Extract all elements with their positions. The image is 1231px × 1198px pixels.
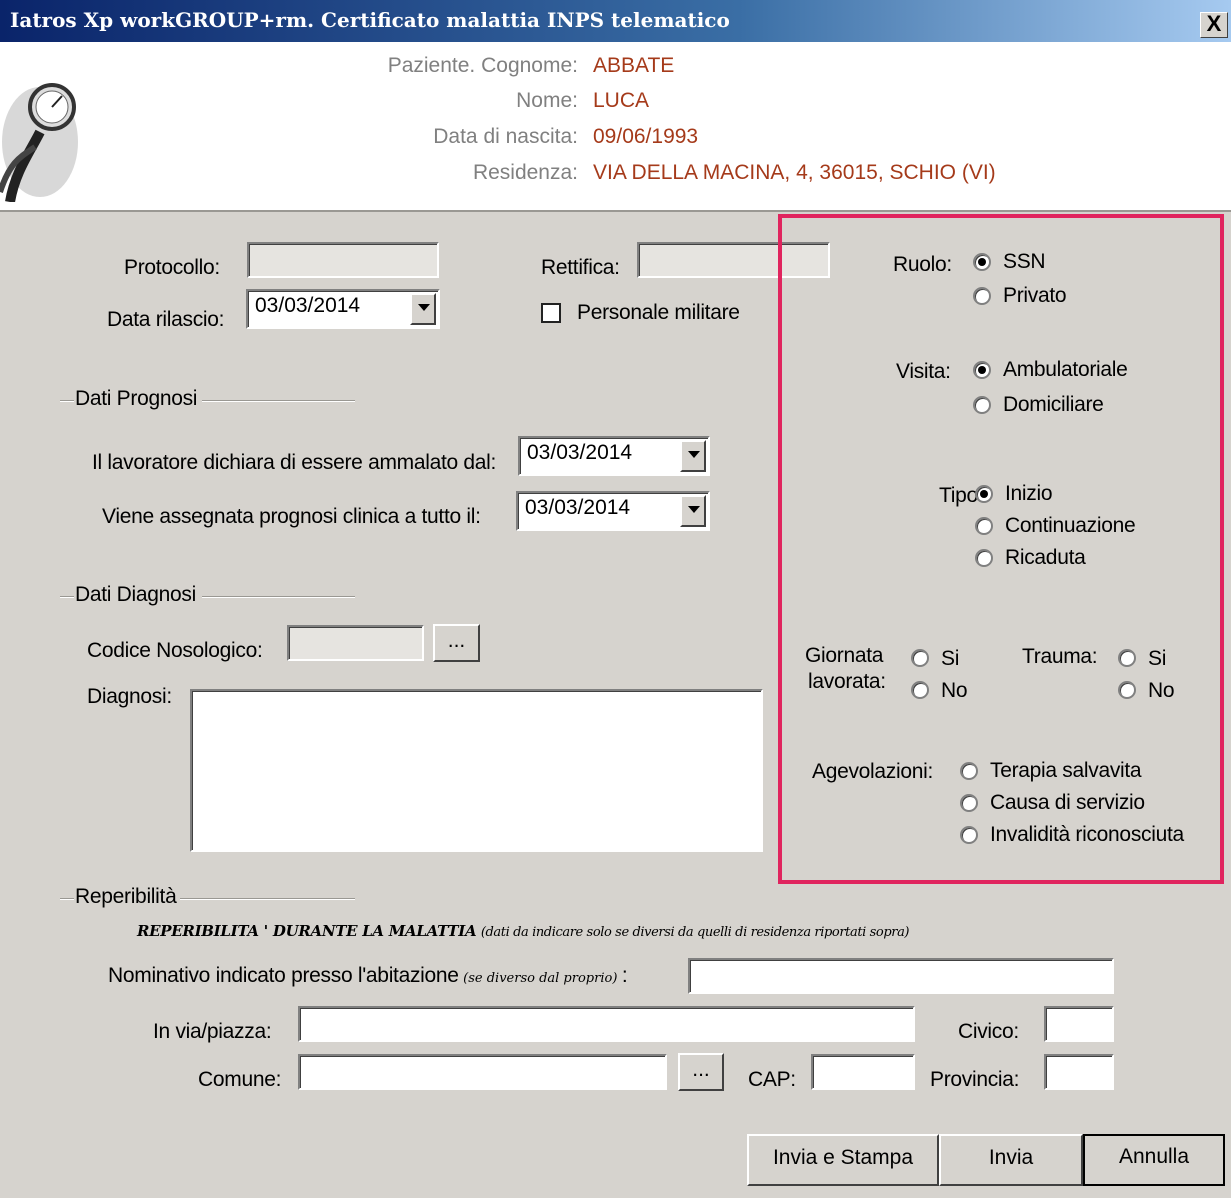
cap-input[interactable] — [811, 1054, 915, 1090]
civico-label: Civico: — [958, 1020, 1019, 1043]
giornata-no-radio[interactable] — [911, 681, 929, 699]
divider — [60, 596, 74, 598]
tipo-continuazione-label: Continuazione — [1005, 514, 1136, 537]
annulla-button[interactable]: Annulla — [1083, 1134, 1225, 1186]
nascita-value: 09/06/1993 — [593, 125, 699, 148]
divider — [60, 400, 74, 402]
prognosi-group-label: Dati Prognosi — [75, 387, 198, 410]
comune-label: Comune: — [198, 1068, 282, 1091]
agevolazione-servizio-label: Causa di servizio — [990, 791, 1145, 814]
residenza-value: VIA DELLA MACINA, 4, 36015, SCHIO (VI) — [593, 161, 996, 184]
tipo-continuazione-radio[interactable] — [975, 517, 993, 535]
divider — [202, 596, 355, 598]
agevolazioni-label: Agevolazioni: — [812, 760, 934, 783]
ruolo-ssn-label: SSN — [1003, 250, 1046, 273]
nominativo-colon: : — [621, 964, 628, 987]
chevron-down-icon[interactable] — [680, 495, 706, 527]
visita-domiciliare-label: Domiciliare — [1003, 393, 1104, 416]
tipo-inizio-radio[interactable] — [975, 485, 993, 503]
provincia-label: Provincia: — [930, 1068, 1020, 1091]
nome-value: LUCA — [593, 89, 650, 112]
data-rilascio-label: Data rilascio: — [107, 308, 225, 331]
nominativo-label-row: Nominativo indicato presso l'abitazione … — [108, 964, 628, 988]
reperibilita-heading-note: (dati da indicare solo se diversi da que… — [480, 925, 910, 940]
close-button[interactable]: X — [1200, 12, 1228, 38]
tipo-inizio-label: Inizio — [1005, 482, 1053, 505]
provincia-input[interactable] — [1044, 1054, 1114, 1090]
prognosi-label: Viene assegnata prognosi clinica a tutto… — [102, 505, 481, 528]
diagnosi-label: Diagnosi: — [87, 685, 172, 708]
invia-stampa-button[interactable]: Invia e Stampa — [747, 1134, 939, 1186]
stethoscope-icon — [0, 83, 78, 202]
cognome-value: ABBATE — [593, 54, 675, 77]
cognome-label: Paziente. Cognome: — [387, 54, 578, 77]
visita-ambulatoriale-radio[interactable] — [973, 361, 991, 379]
prognosi-dropdown[interactable]: 03/03/2014 — [516, 491, 710, 531]
giornata-si-label: Si — [941, 647, 960, 670]
militare-label: Personale militare — [577, 301, 740, 324]
reperibilita-heading: REPERIBILITA ' DURANTE LA MALATTIA (dati… — [137, 922, 910, 941]
trauma-si-radio[interactable] — [1118, 649, 1136, 667]
chevron-down-icon[interactable] — [680, 440, 706, 472]
civico-input[interactable] — [1044, 1006, 1114, 1042]
reperibilita-heading-bold: REPERIBILITA ' DURANTE LA MALATTIA — [137, 922, 477, 940]
ruolo-ssn-radio[interactable] — [973, 253, 991, 271]
via-label: In via/piazza: — [153, 1020, 272, 1043]
nominativo-label: Nominativo indicato presso l'abitazione — [108, 964, 459, 987]
ammalato-label: Il lavoratore dichiara di essere ammalat… — [92, 451, 497, 474]
visita-domiciliare-radio[interactable] — [973, 396, 991, 414]
data-rilascio-dropdown[interactable]: 03/03/2014 — [246, 289, 440, 329]
agevolazione-invalidita-label: Invalidità riconosciuta — [990, 823, 1184, 846]
ruolo-label: Ruolo: — [893, 253, 952, 276]
window-title: Iatros Xp workGROUP+rm. Certificato mala… — [10, 8, 730, 32]
giornata-no-label: No — [941, 679, 968, 702]
reperibilita-group-label: Reperibilità — [75, 885, 177, 908]
via-input[interactable] — [298, 1006, 915, 1042]
tipo-ricaduta-label: Ricaduta — [1005, 546, 1086, 569]
ruolo-privato-label: Privato — [1003, 284, 1067, 307]
agevolazione-servizio-radio[interactable] — [960, 794, 978, 812]
chevron-down-icon[interactable] — [410, 293, 436, 325]
nominativo-input[interactable] — [688, 958, 1114, 994]
ruolo-privato-radio[interactable] — [973, 287, 991, 305]
trauma-no-radio[interactable] — [1118, 681, 1136, 699]
trauma-label: Trauma: — [1022, 645, 1098, 668]
ammalato-dropdown[interactable]: 03/03/2014 — [518, 436, 710, 476]
giornata-label-2: lavorata: — [808, 670, 886, 693]
rettifica-label: Rettifica: — [541, 256, 620, 279]
divider — [202, 400, 355, 402]
nascita-label: Data di nascita: — [433, 125, 578, 148]
protocollo-input[interactable] — [247, 242, 439, 278]
agevolazione-salvavita-label: Terapia salvavita — [990, 759, 1142, 782]
diagnosi-group-label: Dati Diagnosi — [75, 583, 196, 606]
codice-label: Codice Nosologico: — [87, 639, 263, 662]
diagnosi-textarea[interactable] — [190, 689, 763, 852]
codice-browse-button[interactable]: ... — [433, 624, 480, 662]
trauma-si-label: Si — [1148, 647, 1167, 670]
comune-browse-button[interactable]: ... — [678, 1053, 724, 1091]
codice-input[interactable] — [287, 625, 424, 661]
protocollo-label: Protocollo: — [124, 256, 220, 279]
trauma-no-label: No — [1148, 679, 1175, 702]
tipo-ricaduta-radio[interactable] — [975, 549, 993, 567]
divider — [60, 898, 74, 900]
residenza-label: Residenza: — [472, 161, 578, 184]
visita-label: Visita: — [896, 360, 951, 383]
divider — [180, 898, 355, 900]
giornata-label: Giornata — [805, 644, 884, 667]
comune-input[interactable] — [298, 1054, 667, 1090]
agevolazione-invalidita-radio[interactable] — [960, 826, 978, 844]
invia-button[interactable]: Invia — [939, 1134, 1083, 1186]
militare-checkbox[interactable] — [541, 303, 561, 323]
cap-label: CAP: — [748, 1068, 796, 1091]
agevolazione-salvavita-radio[interactable] — [960, 762, 978, 780]
patient-header: Paziente. Cognome: ABBATE Nome: LUCA Dat… — [0, 42, 1231, 212]
visita-ambulatoriale-label: Ambulatoriale — [1003, 358, 1128, 381]
nominativo-note: (se diverso dal proprio) — [463, 971, 618, 986]
giornata-si-radio[interactable] — [911, 649, 929, 667]
nome-label: Nome: — [516, 89, 578, 112]
